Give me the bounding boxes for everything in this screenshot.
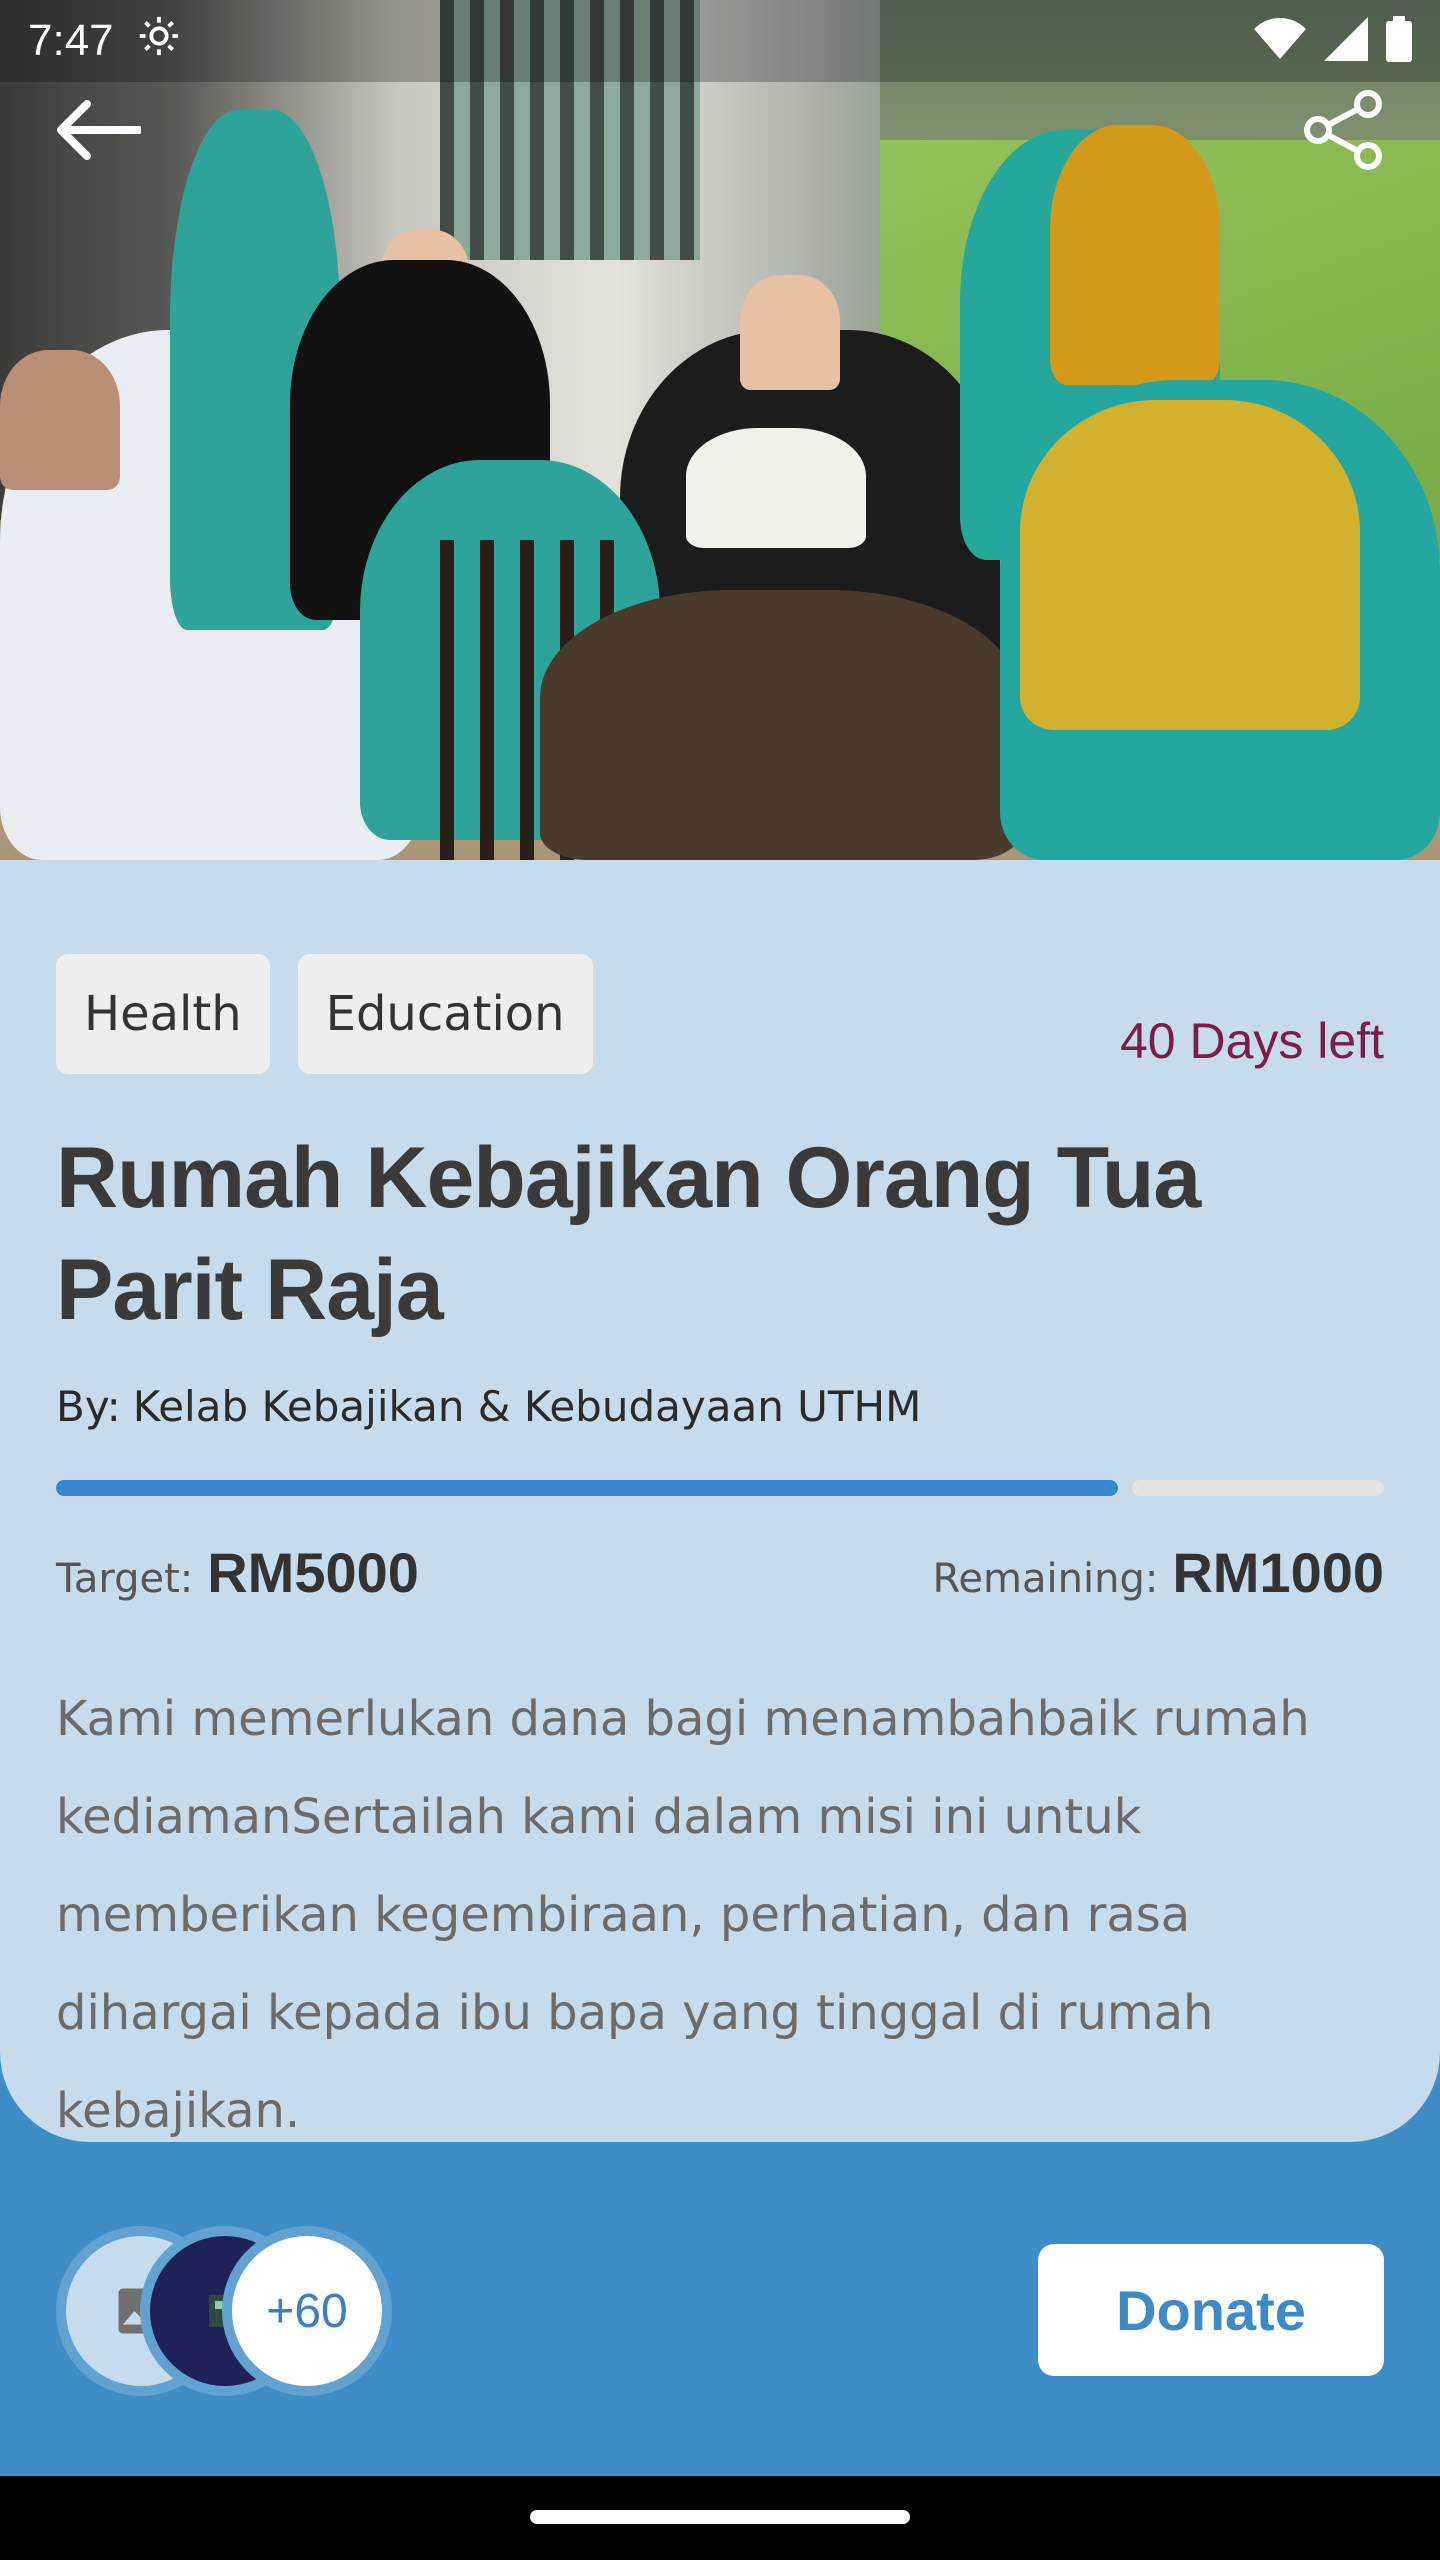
share-icon xyxy=(1304,90,1382,170)
organizer-name: Kelab Kebajikan & Kebudayaan UTHM xyxy=(132,1382,922,1431)
donate-button[interactable]: Donate xyxy=(1038,2244,1384,2376)
share-button[interactable] xyxy=(1296,82,1392,178)
campaign-description: Kami memerlukan dana bagi menambahbaik r… xyxy=(56,1691,1310,2139)
wifi-icon xyxy=(1254,17,1306,65)
battery-icon xyxy=(1386,16,1412,66)
back-button[interactable] xyxy=(50,82,146,178)
organizer-byline: By: Kelab Kebajikan & Kebudayaan UTHM xyxy=(56,1382,921,1431)
campaign-title: Rumah Kebajikan Orang Tua Parit Raja xyxy=(56,1130,1201,1338)
status-bar: 7:47 xyxy=(0,0,1440,82)
settings-gear-icon xyxy=(136,13,182,70)
funding-progress-bar xyxy=(56,1480,1384,1496)
target-amount: RM5000 xyxy=(207,1541,419,1604)
tag-health[interactable]: Health xyxy=(56,954,270,1074)
status-time: 7:47 xyxy=(28,16,114,65)
signal-icon xyxy=(1324,17,1368,65)
campaign-hero-image xyxy=(0,0,1440,860)
days-left-label: 40 Days left xyxy=(1119,1013,1384,1069)
remaining-amount: RM1000 xyxy=(1172,1541,1384,1604)
donor-avatars[interactable]: +60 xyxy=(56,2226,396,2396)
target-label: Target: xyxy=(56,1556,194,1602)
more-donors-count: +60 xyxy=(222,2226,392,2396)
category-tags: Health Education xyxy=(56,954,593,1074)
progress-track xyxy=(1132,1480,1384,1496)
remaining-label: Remaining: xyxy=(932,1556,1159,1602)
campaign-details-card: Health Education 40 Days left Rumah Keba… xyxy=(0,860,1440,2142)
by-label: By: xyxy=(56,1382,121,1431)
target-amount-group: Target: RM5000 xyxy=(56,1540,419,1605)
remaining-amount-group: Remaining: RM1000 xyxy=(932,1540,1384,1605)
tag-education[interactable]: Education xyxy=(297,954,593,1074)
home-gesture-handle[interactable] xyxy=(530,2510,910,2524)
progress-fill xyxy=(56,1480,1118,1496)
back-arrow-icon xyxy=(57,100,141,160)
